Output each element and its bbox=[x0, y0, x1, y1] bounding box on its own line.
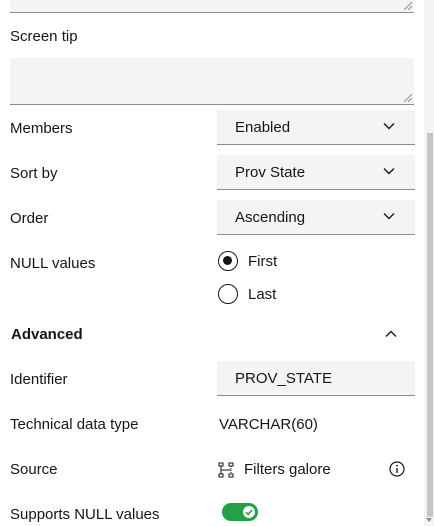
hierarchy-icon bbox=[218, 462, 234, 478]
checkmark-icon bbox=[245, 509, 253, 516]
toggle-knob bbox=[243, 506, 255, 518]
description-textarea[interactable] bbox=[10, 0, 414, 13]
technical-data-type-value: VARCHAR(60) bbox=[219, 416, 318, 433]
members-dropdown[interactable]: Enabled bbox=[217, 110, 415, 145]
supports-null-values-toggle[interactable] bbox=[222, 503, 258, 521]
resize-handle-icon[interactable] bbox=[404, 94, 412, 102]
sort-by-dropdown[interactable]: Prov State bbox=[217, 155, 415, 190]
screen-tip-label: Screen tip bbox=[10, 28, 78, 45]
supports-null-values-label: Supports NULL values bbox=[10, 506, 160, 523]
identifier-label: Identifier bbox=[10, 371, 68, 388]
chevron-down-icon bbox=[383, 213, 395, 220]
scroll-down-arrow-icon[interactable] bbox=[426, 518, 432, 522]
info-icon[interactable] bbox=[389, 461, 405, 477]
chevron-down-icon bbox=[383, 123, 395, 130]
order-value: Ascending bbox=[235, 209, 306, 226]
source-value: Filters galore bbox=[244, 461, 331, 478]
null-values-label: NULL values bbox=[10, 255, 96, 272]
properties-panel: Screen tip Members Enabled Sort by Prov … bbox=[0, 0, 434, 526]
chevron-down-icon bbox=[383, 168, 395, 175]
order-label: Order bbox=[10, 210, 49, 227]
null-first-radio[interactable] bbox=[218, 251, 238, 271]
source-label: Source bbox=[10, 461, 58, 478]
chevron-up-icon[interactable] bbox=[385, 330, 397, 338]
members-value: Enabled bbox=[235, 119, 291, 136]
screen-tip-textarea[interactable] bbox=[10, 58, 414, 105]
resize-handle-icon[interactable] bbox=[404, 2, 412, 10]
scrollbar-thumb[interactable] bbox=[427, 133, 433, 517]
sort-by-value: Prov State bbox=[235, 164, 306, 181]
order-dropdown[interactable]: Ascending bbox=[217, 200, 415, 235]
technical-data-type-label: Technical data type bbox=[10, 416, 139, 433]
members-label: Members bbox=[10, 120, 73, 137]
null-last-radio[interactable] bbox=[218, 284, 238, 304]
null-last-label[interactable]: Last bbox=[248, 286, 276, 303]
identifier-value: PROV_STATE bbox=[235, 370, 332, 387]
advanced-section-title[interactable]: Advanced bbox=[11, 326, 83, 343]
null-first-label[interactable]: First bbox=[248, 253, 277, 270]
sort-by-label: Sort by bbox=[10, 165, 58, 182]
identifier-input[interactable]: PROV_STATE bbox=[217, 361, 415, 396]
